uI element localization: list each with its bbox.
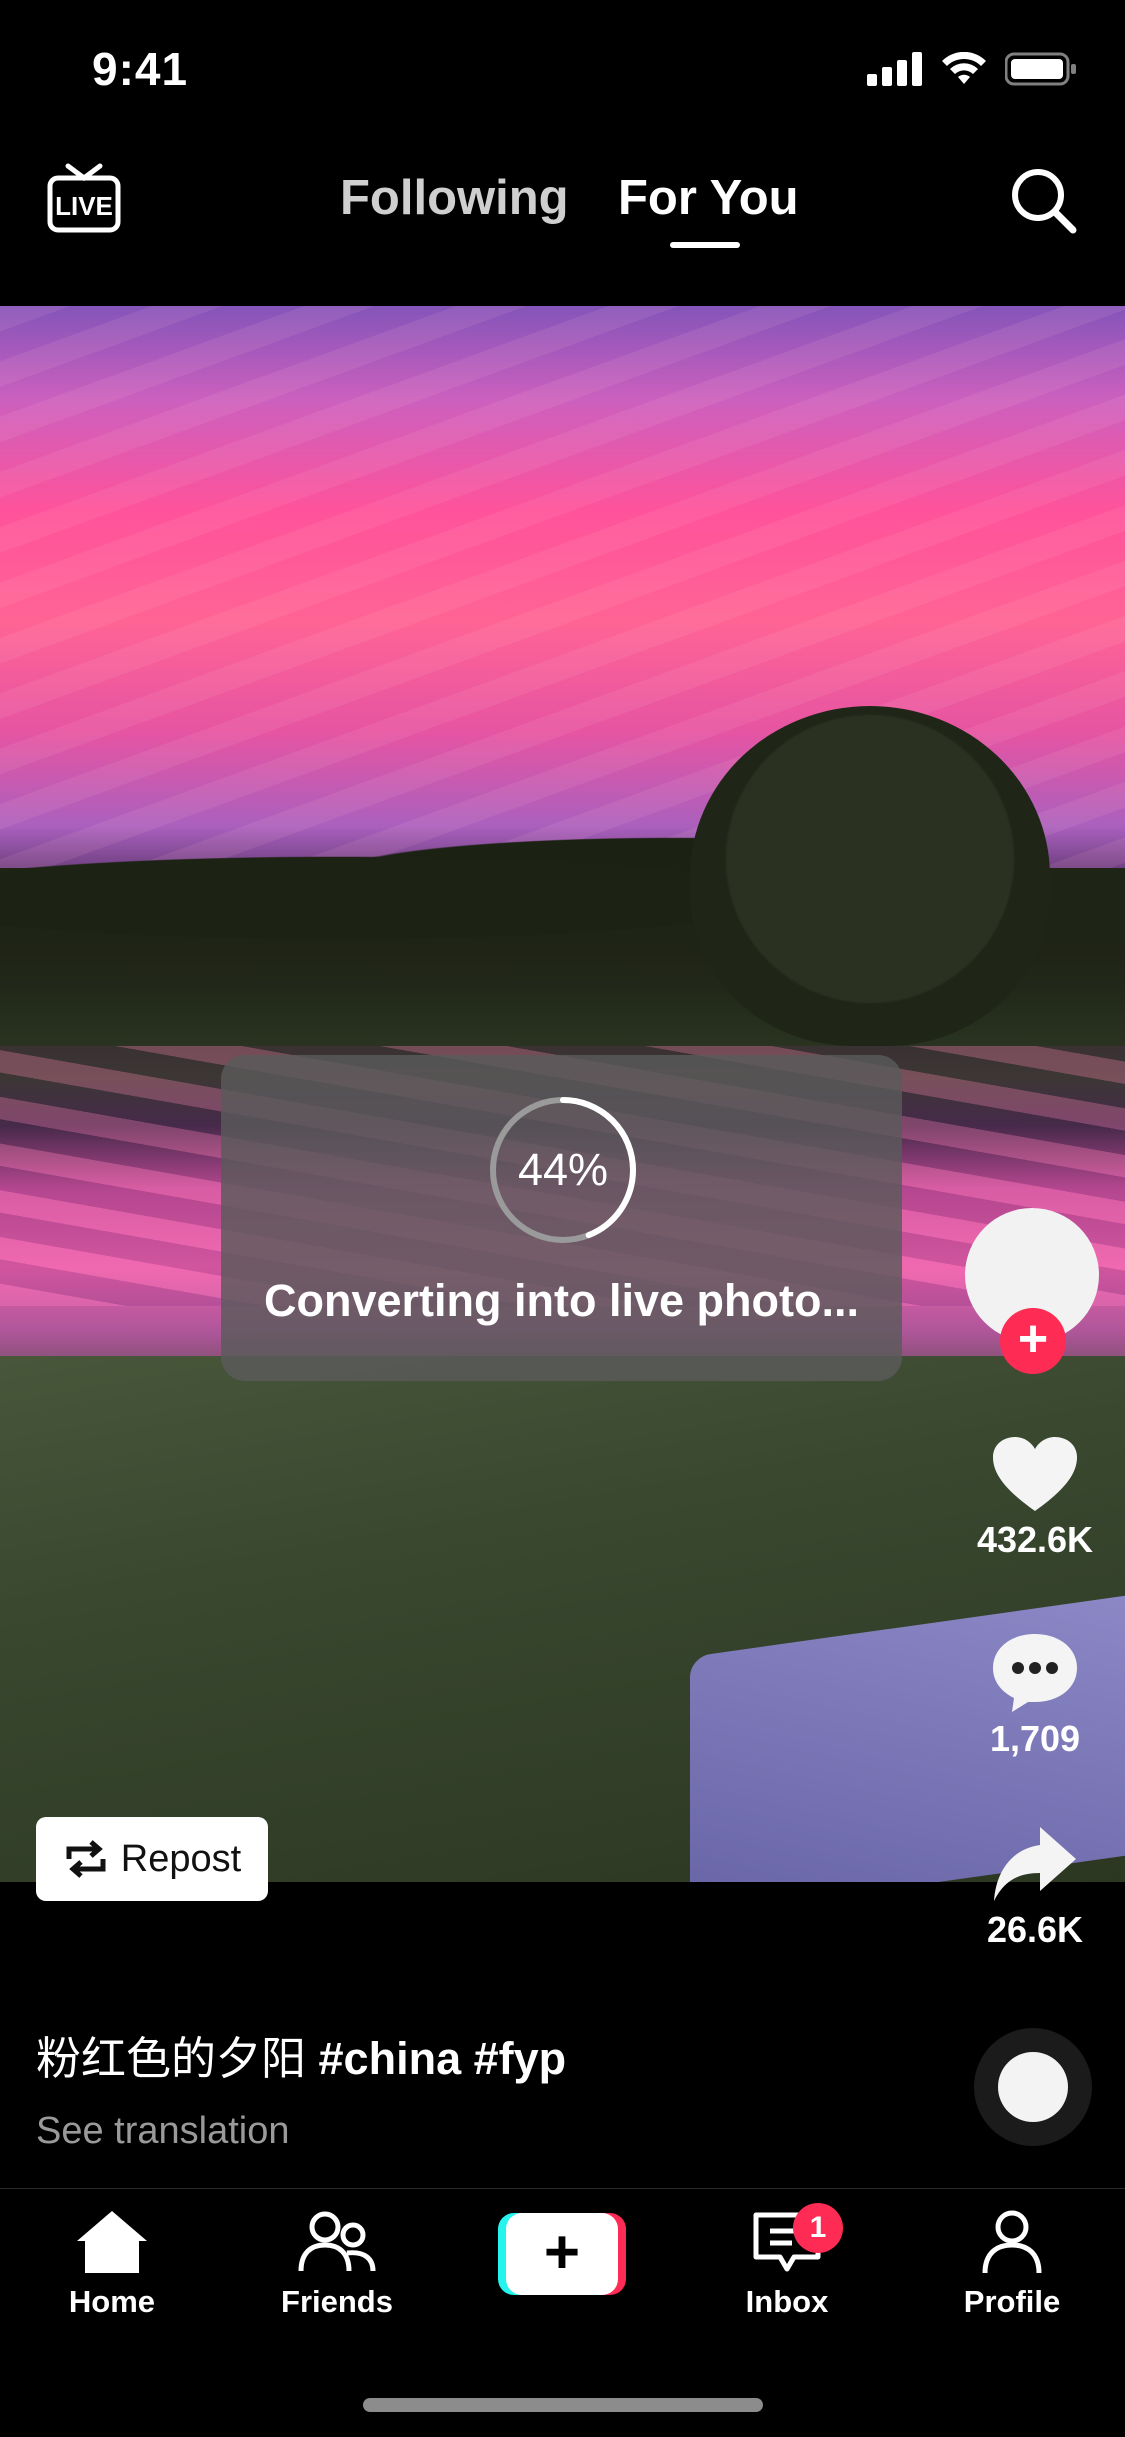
- nav-profile[interactable]: Profile: [932, 2209, 1092, 2320]
- music-disc[interactable]: [974, 2028, 1092, 2146]
- status-bar: 9:41: [0, 0, 1125, 140]
- search-icon: [1012, 169, 1077, 234]
- like-action[interactable]: 432.6K: [960, 1435, 1110, 1561]
- search-button[interactable]: [1007, 164, 1079, 236]
- nav-inbox[interactable]: 1 Inbox: [707, 2203, 867, 2320]
- feed-tabs: Following For You: [0, 140, 1125, 305]
- progress-percent: 44%: [517, 1144, 609, 1195]
- home-icon: [77, 2211, 147, 2273]
- tree: [690, 706, 1050, 1046]
- create-plus-icon: +: [506, 2213, 618, 2295]
- battery-icon: [1005, 52, 1076, 86]
- home-indicator: [363, 2398, 763, 2412]
- status-time: 9:41: [92, 43, 189, 95]
- nav-friends-label: Friends: [281, 2284, 393, 2319]
- friends-icon: [298, 2211, 376, 2272]
- share-count: 26.6K: [986, 1909, 1084, 1950]
- converting-message: Converting into live photo...: [264, 1275, 859, 1326]
- comment-action[interactable]: 1,709: [960, 1630, 1110, 1760]
- nav-inbox-label: Inbox: [745, 2284, 829, 2319]
- follow-button[interactable]: +: [1000, 1308, 1066, 1374]
- comment-count: 1,709: [989, 1718, 1081, 1759]
- top-nav: LIVE Following For You: [0, 140, 1125, 305]
- inbox-badge: 1: [793, 2203, 843, 2253]
- music-cover-icon: [998, 2052, 1068, 2122]
- tab-for-you[interactable]: For You: [618, 170, 799, 226]
- repost-icon: [66, 1840, 106, 1878]
- caption-text: 粉红色的夕阳: [36, 2033, 307, 2084]
- nav-profile-label: Profile: [963, 2284, 1061, 2319]
- tab-following[interactable]: Following: [340, 170, 569, 226]
- nav-home-label: Home: [68, 2284, 156, 2319]
- share-arrow-icon: [994, 1827, 1076, 1901]
- see-translation-link[interactable]: See translation: [36, 2110, 290, 2153]
- nav-home[interactable]: Home: [32, 2209, 192, 2320]
- converting-dialog: 44% Converting into live photo...: [221, 1055, 902, 1381]
- cellular-signal-icon: [867, 52, 922, 86]
- active-tab-indicator: [670, 242, 740, 248]
- status-icons: [867, 52, 1077, 86]
- repost-button[interactable]: Repost: [36, 1817, 268, 1901]
- repost-label: Repost: [120, 1837, 242, 1880]
- share-action[interactable]: 26.6K: [960, 1825, 1110, 1951]
- caption-hashtags[interactable]: #china #fyp: [319, 2033, 567, 2084]
- heart-icon: [993, 1437, 1077, 1511]
- create-button[interactable]: +: [498, 2213, 626, 2295]
- comment-icon: [993, 1634, 1077, 1712]
- video-caption[interactable]: 粉红色的夕阳 #china #fyp: [36, 2022, 566, 2087]
- wifi-icon: [942, 52, 986, 84]
- nav-friends[interactable]: Friends: [257, 2209, 417, 2320]
- like-count: 432.6K: [976, 1519, 1094, 1560]
- profile-icon: [982, 2210, 1042, 2274]
